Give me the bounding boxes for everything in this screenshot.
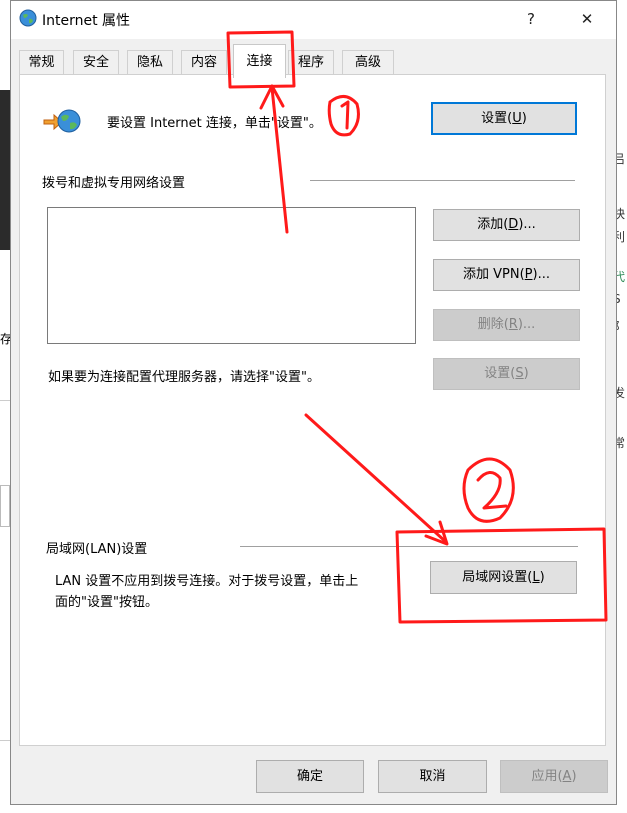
add-button-label: 添加(	[477, 217, 509, 232]
dialup-settings-label: 设置(	[484, 366, 516, 381]
internet-globe-icon	[19, 9, 37, 27]
remove-button-label: 删除(	[477, 317, 509, 332]
tab-content[interactable]: 内容	[181, 50, 227, 74]
tab-general[interactable]: 常规	[19, 50, 64, 74]
apply-label: 应用(	[531, 769, 563, 784]
lan-settings-label-end: )	[539, 570, 545, 585]
remove-button-label-end: )...	[517, 317, 536, 332]
setup-instruction: 要设置 Internet 连接，单击"设置"。	[107, 116, 322, 131]
lan-note-line2: 面的"设置"按钮。	[55, 595, 158, 610]
connections-list[interactable]	[47, 207, 416, 344]
tab-security[interactable]: 安全	[73, 50, 119, 74]
add-vpn-button-label-end: )...	[532, 267, 550, 282]
tab-connections[interactable]: 连接	[233, 44, 286, 78]
lan-note-line1: LAN 设置不应用到拨号连接。对于拨号设置，单击上	[55, 574, 359, 589]
cancel-button[interactable]: 取消	[378, 760, 487, 793]
lan-settings-label: 局域网设置(	[462, 570, 533, 585]
lan-settings-key: L	[532, 570, 540, 585]
add-button-key: D	[508, 217, 519, 232]
dialup-settings-key: S	[515, 366, 524, 381]
help-button[interactable]: ?	[509, 6, 553, 32]
setup-button[interactable]: 设置(U)	[431, 102, 577, 135]
tab-programs[interactable]: 程序	[288, 50, 334, 74]
proxy-note: 如果要为连接配置代理服务器，请选择"设置"。	[48, 370, 320, 385]
tab-privacy[interactable]: 隐私	[127, 50, 173, 74]
remove-button-key: R	[508, 317, 518, 332]
remove-button[interactable]: 删除(R)...	[433, 309, 580, 341]
add-button[interactable]: 添加(D)...	[433, 209, 580, 241]
setup-button-label-end: )	[521, 111, 527, 126]
background-app-left: 存	[0, 0, 12, 813]
apply-label-end: )	[571, 769, 577, 784]
window-title: Internet 属性	[42, 13, 131, 29]
lan-heading: 局域网(LAN)设置	[46, 542, 148, 557]
section-divider	[310, 180, 575, 181]
dialup-settings-button[interactable]: 设置(S)	[433, 358, 580, 390]
setup-button-label: 设置(	[481, 111, 513, 126]
apply-button[interactable]: 应用(A)	[500, 760, 608, 793]
add-vpn-button-key: P	[524, 267, 533, 282]
add-vpn-button-label: 添加 VPN(	[463, 267, 525, 282]
setup-button-key: U	[512, 111, 522, 126]
add-vpn-button[interactable]: 添加 VPN(P)...	[433, 259, 580, 291]
section-divider	[240, 546, 578, 547]
ok-button[interactable]: 确定	[256, 760, 364, 793]
lan-settings-button[interactable]: 局域网设置(L)	[430, 561, 577, 594]
add-button-label-end: )...	[518, 217, 536, 232]
dialup-vpn-heading: 拨号和虚拟专用网络设置	[42, 176, 186, 191]
dialup-settings-label-end: )	[523, 366, 529, 381]
tab-advanced[interactable]: 高级	[342, 50, 394, 74]
connection-wizard-icon	[43, 109, 81, 133]
close-button[interactable]: ✕	[565, 6, 609, 32]
